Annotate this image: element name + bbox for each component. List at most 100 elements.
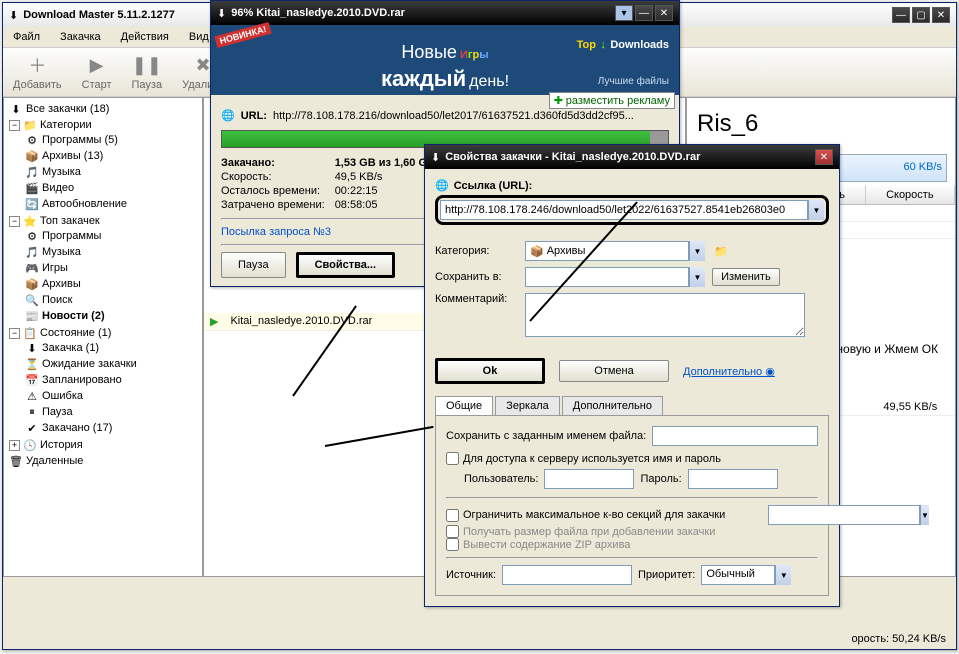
tab-advanced[interactable]: Дополнительно — [562, 396, 663, 415]
add-button[interactable]: ＋Добавить — [9, 51, 66, 93]
collapse-icon[interactable]: − — [9, 328, 20, 339]
banner-every: каждый — [381, 66, 466, 91]
app-icon: ⬇ — [431, 151, 440, 164]
tree-categories[interactable]: Категории — [40, 119, 92, 131]
pause-button[interactable]: Пауза — [221, 252, 286, 278]
tree-t-programs[interactable]: Программы — [42, 230, 101, 242]
chevron-down-icon[interactable]: ▼ — [775, 565, 791, 585]
chevron-down-icon[interactable]: ▼ — [689, 267, 705, 287]
menu-file[interactable]: Файл — [7, 29, 46, 45]
tree-state[interactable]: Состояние (1) — [40, 327, 111, 339]
progress-titlebar[interactable]: ⬇ 96% Kitai_nasledye.2010.DVD.rar ▾ — ✕ — [211, 1, 679, 25]
download-icon: ⬇ — [9, 102, 23, 116]
collapse-icon[interactable]: − — [9, 216, 20, 227]
chevron-down-icon[interactable]: ▼ — [689, 241, 705, 261]
limit-checkbox[interactable]: Ограничить максимальное к-во секций для … — [446, 509, 764, 522]
ok-button[interactable]: Ok — [435, 358, 545, 384]
history-icon: 🕓 — [23, 438, 37, 452]
expand-icon[interactable]: + — [9, 440, 20, 451]
comment-field[interactable] — [525, 293, 805, 337]
tree-s-waiting[interactable]: Ожидание закачки — [42, 358, 137, 370]
state-icon: 📋 — [23, 326, 37, 340]
ad-place-button[interactable]: ✚ разместить рекламу — [549, 92, 675, 109]
collapse-icon[interactable]: − — [9, 120, 20, 131]
tree-s-planned[interactable]: Запланировано — [42, 374, 122, 386]
tree-s-pause[interactable]: Пауза — [42, 406, 73, 418]
savein-field[interactable] — [525, 267, 689, 287]
tree-music[interactable]: Музыка — [42, 166, 81, 178]
minimize-button[interactable]: — — [892, 7, 910, 23]
savein-select[interactable]: ▼ — [525, 267, 705, 287]
tree-t-archives[interactable]: Архивы — [42, 278, 81, 290]
category-select[interactable]: 📦Архивы ▼ — [525, 241, 705, 261]
tree-programs[interactable]: Программы (5) — [42, 134, 118, 146]
tree-history[interactable]: История — [40, 439, 83, 451]
close-button[interactable]: ✕ — [815, 149, 833, 165]
trash-icon: 🗑 — [9, 454, 23, 468]
priority-select[interactable]: Обычный ▼ — [701, 565, 791, 585]
pause-label: Пауза — [132, 79, 163, 91]
tree-all[interactable]: Все закачки (18) — [26, 103, 109, 115]
savename-field[interactable] — [652, 426, 818, 446]
source-field[interactable] — [502, 565, 632, 585]
priority-value: Обычный — [701, 565, 775, 585]
close-button[interactable]: ✕ — [655, 5, 673, 21]
url-input[interactable]: ▼ — [440, 200, 824, 220]
pass-field[interactable] — [688, 469, 778, 489]
more-link[interactable]: Дополнительно ◉ — [683, 365, 775, 378]
tab-mirrors[interactable]: Зеркала — [495, 396, 560, 415]
star-icon: ⭐ — [23, 214, 37, 228]
tree-s-error[interactable]: Ошибка — [42, 390, 83, 402]
category-tree[interactable]: ⬇Все закачки (18) −📁Категории ⚙Программы… — [3, 97, 203, 577]
getsize-checkbox[interactable]: Получать размер файла при добавлении зак… — [446, 525, 818, 538]
tree-archives[interactable]: Архивы (13) — [42, 150, 103, 162]
tree-s-done[interactable]: Закачано (17) — [42, 422, 112, 434]
cancel-button[interactable]: Отмена — [559, 360, 669, 382]
url-row: 🌐 URL: http://78.108.178.216/download50/… — [221, 109, 669, 122]
speed-badge: 60 KB/s — [903, 161, 942, 173]
menu-actions[interactable]: Действия — [115, 29, 175, 45]
tree-t-games[interactable]: Игры — [42, 262, 68, 274]
menu-download[interactable]: Закачка — [54, 29, 107, 45]
gear-icon: ⚙ — [25, 133, 39, 147]
maximize-button[interactable]: ▢ — [912, 7, 930, 23]
tree-s-downloading[interactable]: Закачка (1) — [42, 342, 99, 354]
folder-icon[interactable]: 📁 — [714, 246, 728, 258]
app-icon: ⬇ — [9, 9, 18, 22]
chevron-up-icon: ◉ — [765, 366, 775, 378]
tree-autoupdate[interactable]: Автообновление — [42, 198, 127, 210]
plus-icon: ＋ — [25, 53, 49, 77]
tab-general[interactable]: Общие — [435, 396, 493, 415]
tree-t-search[interactable]: Поиск — [42, 294, 72, 306]
properties-button[interactable]: Свойства... — [296, 252, 395, 278]
tree-top[interactable]: Топ закачек — [40, 215, 100, 227]
ad-banner[interactable]: НОВИНКА! Новые Игры каждый день! Top ↓ D… — [211, 25, 679, 95]
auth-checkbox[interactable]: Для доступа к серверу используется имя и… — [446, 452, 818, 465]
chevron-down-icon[interactable]: ▼ — [808, 200, 824, 220]
close-button[interactable]: ✕ — [932, 7, 950, 23]
start-button[interactable]: ▶Старт — [78, 51, 116, 93]
savein-label: Сохранить в: — [435, 267, 525, 287]
pause-button[interactable]: ❚❚Пауза — [128, 51, 167, 93]
tree-t-news[interactable]: Новости (2) — [42, 310, 105, 322]
news-icon: 📰 — [25, 309, 39, 323]
tree-deleted[interactable]: Удаленные — [26, 455, 83, 467]
change-button[interactable]: Изменить — [712, 268, 780, 286]
sections-select[interactable]: ▼ — [768, 505, 818, 525]
planned-icon: 📅 — [25, 373, 39, 387]
extra-button[interactable]: ▾ — [615, 5, 633, 21]
td-speed: 49,55 KB/s — [866, 399, 955, 415]
play-icon: ▶ — [85, 53, 109, 77]
zip-checkbox[interactable]: Вывести содержание ZIP архива — [446, 538, 818, 551]
th-speed[interactable]: Скорость — [866, 186, 955, 204]
properties-dialog: ⬇ Свойства закачки - Kitai_nasledye.2010… — [424, 144, 840, 607]
downloading-icon: ⬇ — [25, 341, 39, 355]
pause-icon: ⏸ — [25, 405, 39, 419]
chevron-down-icon[interactable]: ▼ — [920, 505, 929, 525]
user-field[interactable] — [544, 469, 634, 489]
tree-t-music[interactable]: Музыка — [42, 246, 81, 258]
props-titlebar[interactable]: ⬇ Свойства закачки - Kitai_nasledye.2010… — [425, 145, 839, 169]
url-highlight: ▼ — [435, 195, 829, 225]
tree-video[interactable]: Видео — [42, 182, 74, 194]
minimize-button[interactable]: — — [635, 5, 653, 21]
